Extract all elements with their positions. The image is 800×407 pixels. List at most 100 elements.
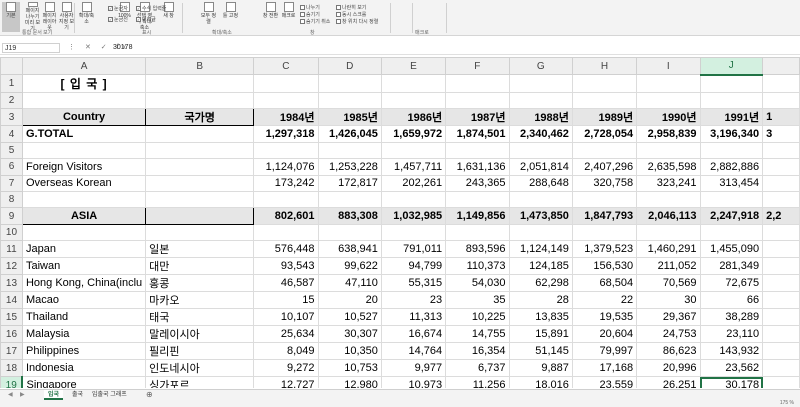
cell-value[interactable] (571, 141, 638, 160)
cell-value[interactable]: 10,225 (445, 308, 510, 327)
cell-value[interactable] (508, 141, 573, 160)
cell-value[interactable]: 19,535 (571, 308, 638, 327)
cell-value[interactable]: 1,149,856 (445, 207, 510, 225)
cell-value[interactable] (699, 190, 764, 209)
row-header[interactable]: 6 (0, 158, 23, 176)
sheet-tab-exit[interactable]: 출국 (68, 390, 87, 400)
cell-value[interactable]: 15 (253, 291, 319, 310)
cell-value[interactable]: 23,110 (699, 325, 764, 344)
cell-value[interactable] (699, 74, 764, 93)
row-header[interactable]: 12 (0, 257, 23, 276)
ribbon-button-0[interactable]: 기본 (2, 2, 20, 32)
cell-value[interactable]: 320,758 (571, 174, 638, 192)
cell-overflow[interactable] (762, 158, 800, 176)
cell-value[interactable]: 10,973 (380, 376, 447, 388)
ribbon-checkbox-1[interactable]: ✓ 수식 입력줄 (136, 5, 166, 12)
cell-value[interactable]: 1,426,045 (317, 125, 382, 143)
cell-value[interactable]: 1989년 (571, 108, 638, 127)
cell-overflow[interactable]: 3 (762, 125, 800, 143)
cell-value[interactable] (445, 141, 510, 160)
cell-value[interactable] (317, 190, 382, 209)
cell-value[interactable]: 243,365 (445, 174, 510, 192)
cell-value[interactable]: 202,261 (380, 174, 447, 192)
cell-value[interactable]: 211,052 (636, 257, 701, 276)
cell-value[interactable] (636, 190, 701, 209)
cell-value[interactable]: 1988년 (508, 108, 573, 127)
cell-country[interactable]: Singapore (21, 376, 147, 388)
cell-value[interactable]: 2,407,296 (571, 158, 638, 176)
cell-value[interactable]: 23,562 (699, 359, 764, 378)
cell-value[interactable]: 2,340,462 (508, 125, 573, 143)
cell-value[interactable]: 17,168 (571, 359, 638, 378)
cell-value[interactable] (636, 141, 701, 160)
cell-value[interactable]: 2,728,054 (571, 125, 638, 143)
cell-value[interactable] (380, 141, 447, 160)
cell-value[interactable]: 6,737 (445, 359, 510, 378)
cell-korean-name[interactable]: 필리핀 (145, 342, 255, 361)
cell-value[interactable]: 1,631,136 (445, 158, 510, 176)
cell-korean-name[interactable]: 말레이시아 (145, 325, 255, 344)
ribbon-checkbox-4[interactable]: 나누기 (300, 4, 320, 11)
cell-value[interactable]: 68,504 (571, 274, 638, 293)
ribbon-button-2[interactable]: 페이지 레이아웃 (41, 2, 58, 32)
row-header[interactable]: 9 (0, 207, 23, 225)
cell-value[interactable] (445, 74, 510, 93)
cell-country[interactable]: Macao (21, 291, 147, 310)
cell-value[interactable]: 1990년 (636, 108, 701, 127)
column-header-e[interactable]: E (380, 57, 447, 75)
column-header-h[interactable]: H (571, 57, 638, 75)
cell-value[interactable]: 94,799 (380, 257, 447, 276)
cell-value[interactable] (253, 190, 319, 209)
name-box[interactable]: J19 (2, 43, 60, 53)
cell-value[interactable]: 110,373 (445, 257, 510, 276)
cell-value[interactable]: 14,764 (380, 342, 447, 361)
cell-value[interactable]: 62,298 (508, 274, 573, 293)
cell-overflow[interactable] (762, 342, 800, 361)
row-header[interactable]: 3 (0, 108, 23, 127)
column-header-d[interactable]: D (317, 57, 382, 75)
cell-value[interactable]: 46,587 (253, 274, 319, 293)
cell-value[interactable]: 288,648 (508, 174, 573, 192)
cell-korean-name[interactable] (145, 174, 255, 192)
cell-value[interactable]: 173,242 (253, 174, 319, 192)
row-header[interactable]: 5 (0, 141, 23, 160)
row-header[interactable]: 17 (0, 342, 23, 361)
cell-value[interactable] (571, 74, 638, 93)
cell-value[interactable]: 281,349 (699, 257, 764, 276)
add-sheet-icon[interactable]: ⊕ (142, 390, 157, 400)
cell-value[interactable]: 1,379,523 (571, 240, 638, 259)
cell-value[interactable]: 124,185 (508, 257, 573, 276)
cell-value[interactable]: 18,016 (508, 376, 573, 388)
cell-value[interactable] (699, 141, 764, 160)
cell-country[interactable]: ASIA (21, 207, 147, 225)
cell-value[interactable] (699, 91, 764, 110)
cell-overflow[interactable] (762, 240, 800, 259)
cell-value[interactable] (445, 223, 510, 242)
cell-value[interactable]: 1,847,793 (571, 207, 638, 225)
cell-value[interactable]: 30,178 (699, 376, 764, 388)
cell-value[interactable]: 66 (699, 291, 764, 310)
select-all-corner[interactable] (0, 57, 23, 75)
cell-value[interactable] (253, 74, 319, 93)
cell-korean-name[interactable] (145, 207, 255, 225)
cell-overflow[interactable] (762, 291, 800, 310)
cell-value[interactable] (636, 91, 701, 110)
cell-value[interactable]: 3,196,340 (699, 125, 764, 143)
cell-value[interactable]: 93,543 (253, 257, 319, 276)
cell-value[interactable] (571, 190, 638, 209)
cell-country[interactable]: Japan (21, 240, 147, 259)
cell-country[interactable]: Indonesia (21, 359, 147, 378)
cell-value[interactable]: 28 (508, 291, 573, 310)
cell-country[interactable]: G.TOTAL (21, 125, 147, 143)
cell-value[interactable] (508, 223, 573, 242)
cell-value[interactable]: 893,596 (445, 240, 510, 259)
tab-scroll-left-icon[interactable]: ◀ (4, 390, 17, 400)
cell-korean-name[interactable] (145, 74, 255, 93)
cell-value[interactable]: 1,460,291 (636, 240, 701, 259)
row-header[interactable]: 8 (0, 190, 23, 209)
cell-overflow[interactable] (762, 141, 800, 160)
cell-value[interactable]: 143,932 (699, 342, 764, 361)
cell-value[interactable] (253, 223, 319, 242)
cell-country[interactable]: Malaysia (21, 325, 147, 344)
column-header-j[interactable]: J (699, 57, 764, 76)
